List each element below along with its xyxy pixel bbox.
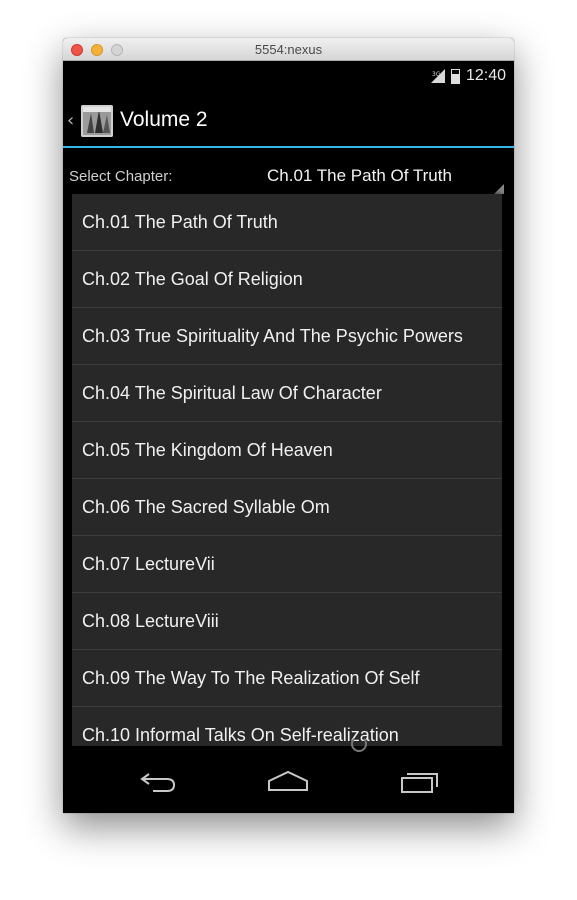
window-titlebar: 5554:nexus <box>63 38 514 61</box>
chapter-item[interactable]: Ch.05 The Kingdom Of Heaven <box>72 422 502 479</box>
chapter-item[interactable]: Ch.08 LectureViii <box>72 593 502 650</box>
chapter-spinner-value: Ch.01 The Path Of Truth <box>267 166 452 185</box>
signal-icon: 3G <box>430 69 445 83</box>
chapter-dropdown-list[interactable]: Ch.01 The Path Of Truth Ch.02 The Goal O… <box>72 194 502 746</box>
battery-icon <box>450 68 460 84</box>
chapter-item[interactable]: Ch.10 Informal Talks On Self-realization <box>72 707 502 746</box>
select-chapter-label: Select Chapter: <box>69 168 173 185</box>
action-bar: ‹ Volume 2 <box>63 92 514 148</box>
chapter-item[interactable]: Ch.02 The Goal Of Religion <box>72 251 502 308</box>
chapter-item[interactable]: Ch.01 The Path Of Truth <box>72 194 502 251</box>
window-title: 5554:nexus <box>254 42 323 57</box>
chapter-item[interactable]: Ch.04 The Spiritual Law Of Character <box>72 365 502 422</box>
touch-indicator <box>351 736 367 752</box>
status-time: 12:40 <box>465 67 506 84</box>
network-type: 3G <box>432 71 441 78</box>
page-title: Volume 2 <box>120 108 208 131</box>
up-caret-icon[interactable]: ‹ <box>67 110 74 131</box>
recent-apps-icon[interactable] <box>397 766 443 796</box>
chapter-item[interactable]: Ch.07 LectureVii <box>72 536 502 593</box>
chapter-item[interactable]: Ch.09 The Way To The Realization Of Self <box>72 650 502 707</box>
chapter-spinner[interactable]: Ch.01 The Path Of Truth <box>258 158 504 194</box>
book-cover-icon[interactable] <box>81 105 113 137</box>
main-content: Select Chapter: Ch.01 The Path Of Truth … <box>63 148 514 746</box>
chapter-item[interactable]: Ch.06 The Sacred Syllable Om <box>72 479 502 536</box>
status-bar: 3G 12:40 <box>63 61 514 92</box>
home-icon[interactable] <box>265 766 311 796</box>
back-icon[interactable] <box>135 766 181 796</box>
spinner-arrow-icon <box>494 184 504 194</box>
navigation-bar <box>63 746 514 813</box>
emulator-window: 5554:nexus 3G 12:40 ‹ Volume 2 Select Ch… <box>63 38 514 813</box>
chapter-item[interactable]: Ch.03 True Spirituality And The Psychic … <box>72 308 502 365</box>
